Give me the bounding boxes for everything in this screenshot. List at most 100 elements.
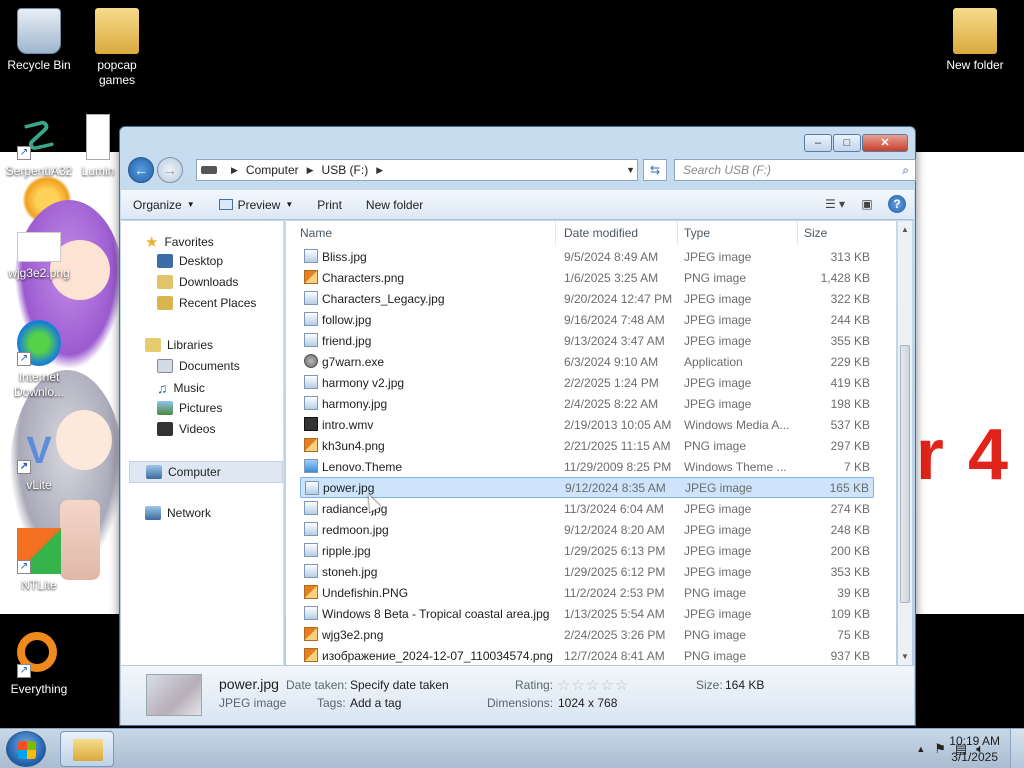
nav-desktop[interactable]: Desktop [157,254,223,268]
nav-pictures[interactable]: Pictures [157,401,222,415]
desktop-icon-everything[interactable]: ↗ Everything [0,632,78,697]
file-row[interactable]: intro.wmv 2/19/2013 10:05 AM Windows Media… [300,414,874,435]
search-icon[interactable]: ⌕ [902,160,909,180]
show-desktop-button[interactable] [1010,729,1024,768]
file-date: 2/19/2013 10:05 AM [564,417,672,432]
star-icon[interactable]: ☆ [586,677,600,694]
refresh-icon: ⇆ [649,163,661,177]
column-header-name[interactable]: Name [294,221,556,245]
file-row[interactable]: Lenovo.Theme 11/29/2009 8:25 PM Windows Th… [300,456,874,477]
forward-button[interactable]: → [157,157,183,183]
clock[interactable]: 10:19 AM 3/1/2025 [949,733,1000,765]
show-hidden-icons-icon[interactable]: ▲ [916,744,925,754]
new-folder-button[interactable]: New folder [354,198,435,212]
breadcrumb-computer[interactable]: Computer [246,163,299,177]
desktop-icon-label: wjg3e2.png [8,266,70,280]
nav-downloads[interactable]: Downloads [157,275,238,289]
file-row[interactable]: harmony v2.jpg 2/2/2025 1:24 PM JPEG image… [300,372,874,393]
file-list-scrollbar[interactable]: ▲ ▼ [898,221,912,665]
column-header-type[interactable]: Type [678,221,798,245]
search-input[interactable]: Search USB (F:) ⌕ [674,159,916,181]
desktop-icon-recycle-bin[interactable]: Recycle Bin [0,8,78,73]
file-date: 9/20/2024 12:47 PM [564,291,673,306]
column-header-date[interactable]: Date modified [558,221,678,245]
date-taken-value[interactable]: Specify date taken [350,678,449,692]
file-row[interactable]: friend.jpg 9/13/2024 3:47 AM JPEG image 355… [300,330,874,351]
minimize-button[interactable]: – [804,134,832,152]
nav-music[interactable]: ♫ Music [157,380,205,396]
chevron-right-icon[interactable]: ▶ [307,165,314,176]
refresh-button[interactable]: ⇆ [643,159,667,181]
nav-recent-places[interactable]: Recent Places [157,296,256,310]
scroll-down-icon[interactable]: ▼ [901,652,909,661]
explorer-window: – □ ✕ ← → ▶ Computer ▶ USB (F:) ▶ ▼ ⇆ Se… [119,126,916,726]
nav-favorites[interactable]: ★ Favorites [145,233,214,251]
desktop-icon-serpent[interactable]: ☡ ↗ SerpentIA32 [0,114,78,179]
column-header-size[interactable]: Size [798,221,878,245]
jpg-file-icon [304,501,318,515]
scroll-up-icon[interactable]: ▲ [901,225,909,234]
file-row[interactable]: power.jpg 9/12/2024 8:35 AM JPEG image 165 … [300,477,874,498]
nav-computer[interactable]: Computer [129,461,283,483]
desktop-icon-internet-download[interactable]: ↗ Internet Downlo... [0,320,78,400]
file-row[interactable]: stoneh.jpg 1/29/2025 6:12 PM JPEG image 353… [300,561,874,582]
nav-videos[interactable]: Videos [157,422,215,436]
file-row[interactable]: ripple.jpg 1/29/2025 6:13 PM JPEG image 200… [300,540,874,561]
preview-pane-icon[interactable]: ▣ [856,194,878,214]
file-row[interactable]: follow.jpg 9/16/2024 7:48 AM JPEG image 244… [300,309,874,330]
tags-value[interactable]: Add a tag [350,696,401,710]
file-row[interactable]: Bliss.jpg 9/5/2024 8:49 AM JPEG image 313 K… [300,246,874,267]
breadcrumb-usb[interactable]: USB (F:) [322,163,369,177]
file-row[interactable]: Windows 8 Beta - Tropical coastal area.j… [300,603,874,624]
file-name: redmoon.jpg [322,522,389,537]
maximize-button[interactable]: □ [833,134,861,152]
file-row[interactable]: Undefishin.PNG 11/2/2024 2:53 PM PNG image… [300,582,874,603]
file-row[interactable]: g7warn.exe 6/3/2024 9:10 AM Application 229… [300,351,874,372]
file-row[interactable]: wjg3e2.png 2/24/2025 3:26 PM PNG image 75 K… [300,624,874,645]
desktop-icon-ntlite[interactable]: ↗ NTLite [0,528,78,593]
nav-network[interactable]: Network [145,506,211,520]
desktop-icon-new-folder[interactable]: New folder [936,8,1014,73]
nav-documents[interactable]: Documents [157,359,240,373]
file-type: JPEG image [684,543,752,558]
address-dropdown-icon[interactable]: ▼ [626,160,635,180]
desktop-icon-popcap-games[interactable]: popcap games [78,8,156,88]
view-options-icon[interactable]: ☰ ▾ [824,194,846,214]
chevron-right-icon[interactable]: ▶ [231,165,238,176]
window-caption-buttons: – □ ✕ [804,134,908,152]
help-icon[interactable]: ? [888,195,906,213]
star-icon[interactable]: ☆ [571,677,585,694]
address-bar[interactable]: ▶ Computer ▶ USB (F:) ▶ ▼ [196,159,638,181]
star-icon[interactable]: ☆ [600,677,614,694]
file-type: JPEG image [684,249,752,264]
back-button[interactable]: ← [128,157,154,183]
nav-libraries[interactable]: Libraries [145,338,213,352]
organize-button[interactable]: Organize ▼ [121,198,207,212]
file-row[interactable]: Characters.png 1/6/2025 3:25 AM PNG image 1… [300,267,874,288]
file-row[interactable]: harmony.jpg 2/4/2025 8:22 AM JPEG image 198… [300,393,874,414]
file-row[interactable]: изображение_2024-12-07_110034574.png 12/7… [300,645,874,666]
start-button[interactable] [6,731,46,767]
scrollbar-thumb[interactable] [900,345,910,603]
file-row[interactable]: radiance.jpg 11/3/2024 6:04 AM JPEG image 2… [300,498,874,519]
star-icon[interactable]: ☆ [615,677,629,694]
file-row[interactable]: Characters_Legacy.jpg 9/20/2024 12:47 PM J… [300,288,874,309]
taskbar-explorer-button[interactable] [60,731,114,767]
desktop-icon-wjg3e2[interactable]: wjg3e2.png [0,222,78,281]
chevron-right-icon[interactable]: ▶ [376,165,383,176]
desktop-icon-lumin[interactable]: Lumin [78,114,118,179]
desktop-icon-vlite[interactable]: V ↗ vLite [0,428,78,493]
file-row[interactable]: kh3un4.png 2/21/2025 11:15 AM PNG image 297… [300,435,874,456]
file-type: Application [684,354,743,369]
preview-button[interactable]: Preview ▼ [207,198,306,212]
print-button[interactable]: Print [305,198,354,212]
action-center-flag-icon[interactable]: ⚑ [934,741,946,757]
star-icon[interactable]: ☆ [557,677,571,694]
file-row[interactable]: redmoon.jpg 9/12/2024 8:20 AM JPEG image 24… [300,519,874,540]
desktop-icon [157,254,173,268]
close-button[interactable]: ✕ [862,134,908,152]
rating-stars[interactable]: ☆☆☆☆☆ [557,676,629,694]
file-type: JPEG image [684,312,752,327]
file-date: 11/29/2009 8:25 PM [564,459,672,474]
desktop-icon-label: Everything [10,682,68,696]
